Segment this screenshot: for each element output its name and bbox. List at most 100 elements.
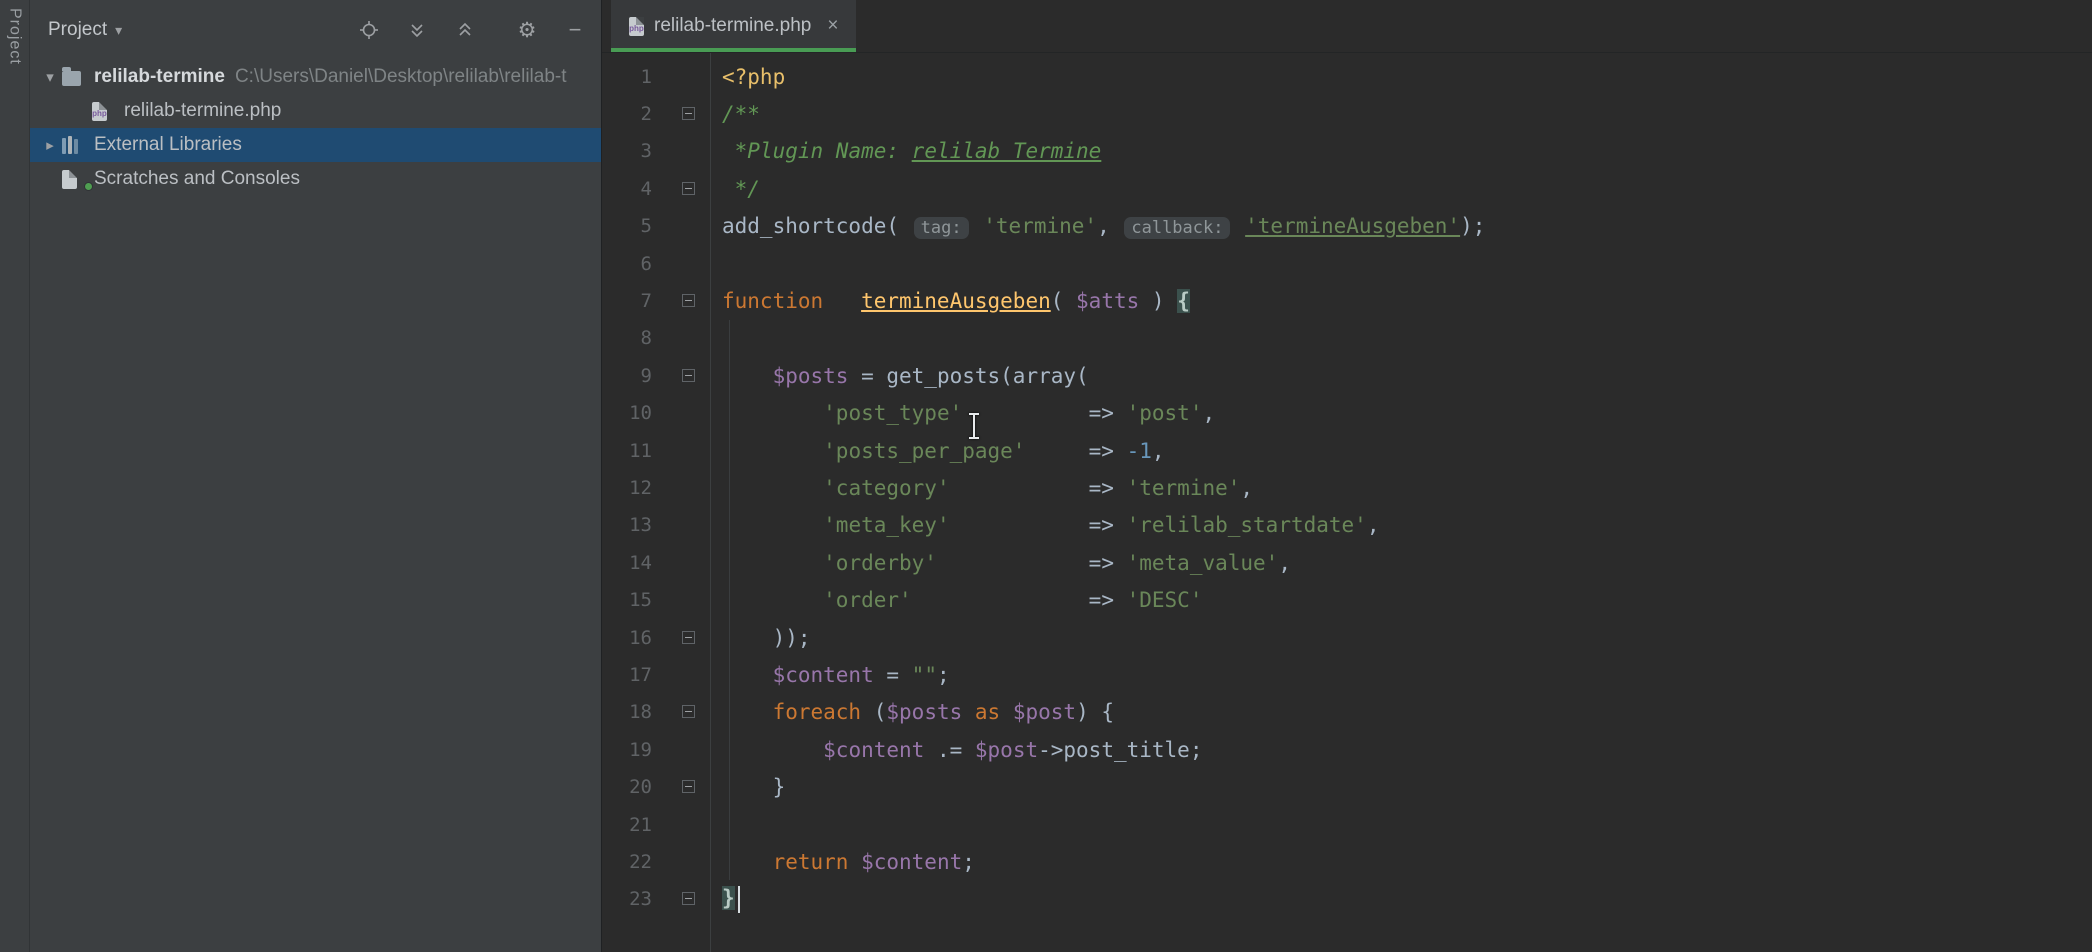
code-line-11[interactable]: 11 'posts_per_page' => -1, <box>602 432 2092 469</box>
fold-marker-icon[interactable] <box>682 705 695 718</box>
code-line-14[interactable]: 14 'orderby' => 'meta_value', <box>602 544 2092 581</box>
gutter-fold-column <box>652 432 710 469</box>
gutter-fold-column <box>652 58 710 95</box>
code-line-7[interactable]: 7 function termineAusgeben( $atts ) { <box>602 282 2092 319</box>
fold-marker-icon[interactable] <box>682 107 695 120</box>
code-text: *Plugin Name: relilab Termine <box>722 139 1101 163</box>
fold-marker-icon[interactable] <box>682 182 695 195</box>
php-file-icon: php <box>629 17 644 36</box>
line-number: 3 <box>602 140 652 162</box>
gutter-fold-column <box>652 133 710 170</box>
locate-file-icon[interactable] <box>357 18 381 42</box>
code-line-15[interactable]: 15 'order' => 'DESC' <box>602 581 2092 618</box>
code-text: 'post_type' => 'post', <box>722 401 1215 425</box>
gutter-fold-column <box>652 881 710 918</box>
code-text: $content = ""; <box>722 663 950 687</box>
code-line-3[interactable]: 3 *Plugin Name: relilab Termine <box>602 133 2092 170</box>
code-line-9[interactable]: 9 $posts = get_posts(array( <box>602 357 2092 394</box>
gutter-fold-column <box>652 806 710 843</box>
code-line-1[interactable]: 1 <?php <box>602 58 2092 95</box>
project-view-title: Project <box>48 19 107 41</box>
code-line-23[interactable]: 23} <box>602 881 2092 918</box>
code-line-21[interactable]: 21 <box>602 806 2092 843</box>
gutter-fold-column <box>652 768 710 805</box>
line-number: 16 <box>602 627 652 649</box>
code-text: foreach ($posts as $post) { <box>722 700 1114 724</box>
code-line-2[interactable]: 2/** <box>602 95 2092 132</box>
tree-item-label: relilab-termine.php <box>124 100 281 122</box>
project-panel-header: Project ▾ ⚙ − <box>30 0 601 60</box>
close-tab-icon[interactable]: × <box>827 15 838 37</box>
code-line-12[interactable]: 12 'category' => 'termine', <box>602 469 2092 506</box>
code-line-13[interactable]: 13 'meta_key' => 'relilab_startdate', <box>602 507 2092 544</box>
fold-marker-icon[interactable] <box>682 892 695 905</box>
code-text: /** <box>722 102 760 126</box>
settings-gear-icon[interactable]: ⚙ <box>515 18 539 42</box>
gutter-fold-column <box>652 731 710 768</box>
code-line-22[interactable]: 22 return $content; <box>602 843 2092 880</box>
code-line-10[interactable]: 10 'post_type' => 'post', <box>602 395 2092 432</box>
line-number: 7 <box>602 290 652 312</box>
fold-marker-icon[interactable] <box>682 369 695 382</box>
hide-panel-icon[interactable]: − <box>563 18 587 42</box>
code-line-19[interactable]: 19 $content .= $post->post_title; <box>602 731 2092 768</box>
tool-window-stripe: Project <box>0 0 30 952</box>
line-number: 9 <box>602 365 652 387</box>
code-line-8[interactable]: 8 <box>602 320 2092 357</box>
chevron-down-icon[interactable]: ▾ <box>38 68 62 86</box>
tree-item-scratches[interactable]: Scratches and Consoles <box>30 162 601 196</box>
line-number: 19 <box>602 739 652 761</box>
tree-item-php-file[interactable]: php relilab-termine.php <box>30 94 601 128</box>
expand-all-icon[interactable] <box>405 18 429 42</box>
collapse-all-icon[interactable] <box>453 18 477 42</box>
line-number: 6 <box>602 253 652 275</box>
tree-item-label: relilab-termine <box>94 66 225 88</box>
gutter-fold-column <box>652 469 710 506</box>
code-text: <?php <box>722 65 785 89</box>
chevron-right-icon[interactable]: ▸ <box>38 136 62 154</box>
gutter-fold-column <box>652 208 710 245</box>
code-line-17[interactable]: 17 $content = ""; <box>602 656 2092 693</box>
line-number: 13 <box>602 514 652 536</box>
line-number: 8 <box>602 327 652 349</box>
code-editor[interactable]: 1<?php2/**3 *Plugin Name: relilab Termin… <box>602 53 2092 952</box>
line-number: 18 <box>602 701 652 723</box>
code-text: function termineAusgeben( $atts ) { <box>722 289 1190 313</box>
text-caret <box>738 886 740 913</box>
gutter-fold-column <box>652 170 710 207</box>
tab-label: relilab-termine.php <box>654 15 811 37</box>
code-line-20[interactable]: 20 } <box>602 768 2092 805</box>
tree-item-external-libraries[interactable]: ▸ External Libraries <box>30 128 601 162</box>
code-text: return $content; <box>722 850 975 874</box>
fold-marker-icon[interactable] <box>682 780 695 793</box>
code-line-5[interactable]: 5add_shortcode( tag: 'termine', callback… <box>602 208 2092 245</box>
code-line-16[interactable]: 16 )); <box>602 619 2092 656</box>
project-view-selector[interactable]: Project ▾ <box>48 19 122 41</box>
tab-relilab-termine-php[interactable]: php relilab-termine.php × <box>611 0 856 52</box>
line-number: 23 <box>602 888 652 910</box>
tree-item-project-root[interactable]: ▾ relilab-termine C:\Users\Daniel\Deskto… <box>30 60 601 94</box>
project-root-path: C:\Users\Daniel\Desktop\relilab\relilab-… <box>235 66 567 88</box>
code-text: 'orderby' => 'meta_value', <box>722 551 1291 575</box>
line-number: 1 <box>602 66 652 88</box>
code-line-18[interactable]: 18 foreach ($posts as $post) { <box>602 694 2092 731</box>
line-number: 14 <box>602 552 652 574</box>
scratches-icon <box>62 170 90 189</box>
gutter-fold-column <box>652 245 710 282</box>
libraries-icon <box>62 136 90 154</box>
gutter-fold-column <box>652 544 710 581</box>
editor-tab-bar: php relilab-termine.php × <box>602 0 2092 53</box>
stripe-project-button[interactable]: Project <box>6 8 24 65</box>
fold-marker-icon[interactable] <box>682 631 695 644</box>
active-tab-indicator <box>611 48 856 52</box>
gutter-fold-column <box>652 357 710 394</box>
code-text: } <box>722 775 785 799</box>
code-line-6[interactable]: 6 <box>602 245 2092 282</box>
ide-window: Project Project ▾ ⚙ − <box>0 0 2092 952</box>
gutter-fold-column <box>652 320 710 357</box>
code-text: } <box>722 886 740 913</box>
line-number: 12 <box>602 477 652 499</box>
code-line-4[interactable]: 4 */ <box>602 170 2092 207</box>
fold-marker-icon[interactable] <box>682 294 695 307</box>
code-text: $posts = get_posts(array( <box>722 364 1089 388</box>
